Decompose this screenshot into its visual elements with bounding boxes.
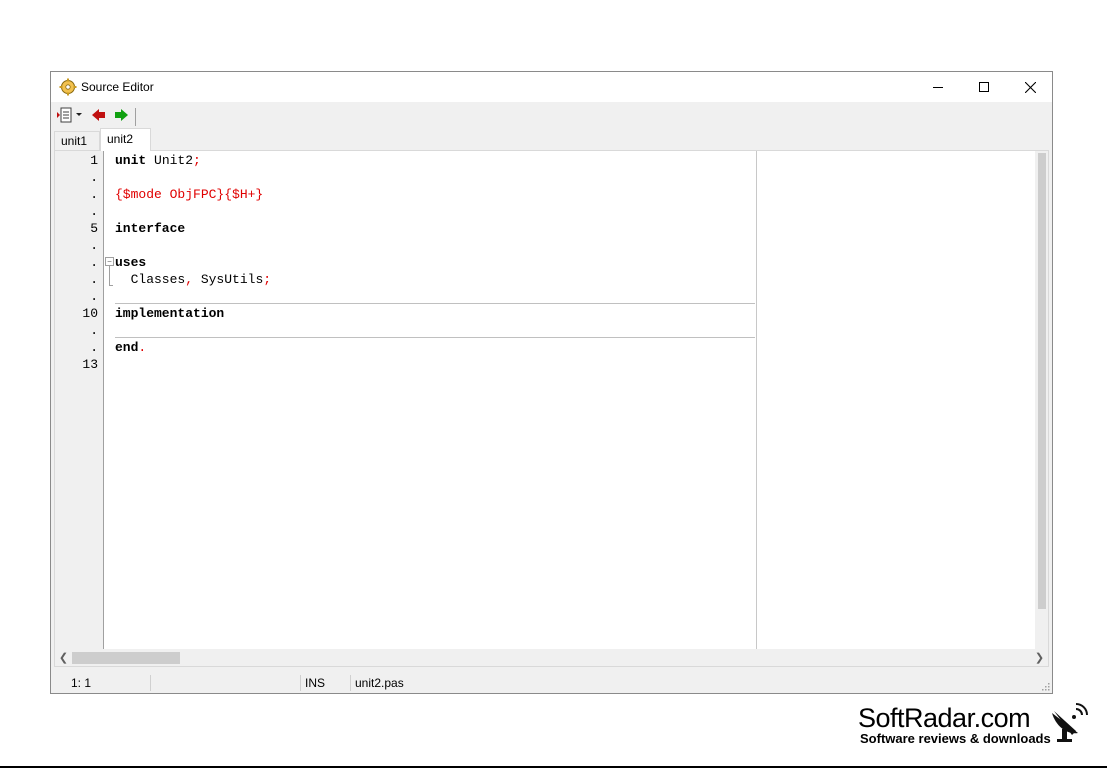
code-token: interface: [115, 221, 186, 236]
scroll-left-icon[interactable]: ❮: [55, 649, 72, 666]
line-number: 10: [82, 306, 98, 321]
insert-mode: INS: [305, 676, 326, 690]
maximize-icon: [979, 82, 989, 92]
scroll-right-icon[interactable]: ❯: [1031, 649, 1048, 666]
line-number: 5: [90, 221, 98, 236]
fold-guide: [109, 266, 110, 286]
tab-unit1[interactable]: unit1: [54, 131, 100, 150]
status-divider: [350, 675, 351, 691]
softradar-watermark: SoftRadar.com Software reviews & downloa…: [858, 703, 1098, 753]
code-token: uses: [115, 255, 147, 270]
bottom-rule: [0, 766, 1107, 768]
line-number: .: [90, 170, 98, 185]
app-icon: [59, 78, 77, 96]
code-token: Unit2: [146, 153, 194, 168]
status-divider: [300, 675, 301, 691]
line-number: .: [90, 238, 98, 253]
status-bar: 1: 1 INS unit2.pas: [51, 672, 1052, 693]
vertical-scroll-thumb[interactable]: [1038, 153, 1046, 609]
close-button[interactable]: [1007, 72, 1053, 102]
toolbar: [51, 102, 1052, 128]
horizontal-scroll-thumb[interactable]: [72, 652, 180, 664]
code-token: ;: [193, 153, 201, 168]
line-number: .: [90, 255, 98, 270]
code-editor[interactable]: 1... 5.... 10.. 13 unit Unit2; {$mode ObjFPC…: [54, 150, 1049, 667]
code-token: end: [115, 340, 139, 355]
code-line: Classes, SysUtils;: [115, 271, 271, 288]
toolbar-separator: [135, 108, 136, 126]
code-token: {$mode ObjFPC}{$H+}: [115, 187, 264, 202]
section-divider: [115, 303, 755, 304]
status-divider: [150, 675, 151, 691]
minimize-icon: [933, 87, 943, 88]
code-token: unit: [115, 153, 147, 168]
source-editor-window: Source Editor unit1 unit2 1 . . . 5 . . …: [50, 71, 1053, 694]
code-line: uses: [115, 254, 146, 271]
forward-button[interactable]: [113, 106, 129, 124]
watermark-tagline: Software reviews & downloads: [860, 731, 1051, 746]
code-line: {$mode ObjFPC}{$H+}: [115, 186, 263, 203]
section-divider: [115, 337, 755, 338]
code-token: .: [138, 340, 147, 355]
code-token: SysUtils: [193, 272, 264, 287]
fold-guide-end: [109, 285, 113, 286]
resize-grip-icon[interactable]: [1040, 681, 1050, 691]
code-area[interactable]: unit Unit2; {$mode ObjFPC}{$H+} interface u…: [115, 151, 755, 666]
code-line: unit Unit2;: [115, 152, 201, 169]
right-margin-line: [756, 151, 757, 666]
code-token: ,: [185, 272, 194, 287]
code-line: interface: [115, 220, 185, 237]
document-menu-button[interactable]: [56, 106, 84, 124]
tab-bar: unit1 unit2: [51, 128, 1052, 151]
line-number: .: [90, 289, 98, 304]
code-token: implementation: [115, 306, 225, 321]
code-line: implementation: [115, 305, 224, 322]
line-number: .: [90, 204, 98, 219]
back-arrow-icon: [92, 109, 105, 121]
code-token: Classes: [115, 272, 186, 287]
line-number: .: [90, 340, 98, 355]
code-token: ;: [263, 272, 272, 287]
tab-unit2[interactable]: unit2: [100, 128, 151, 151]
title-bar[interactable]: Source Editor: [51, 72, 1052, 102]
watermark-name: SoftRadar.com: [858, 703, 1031, 733]
horizontal-scrollbar[interactable]: ❮ ❯: [55, 649, 1048, 666]
satellite-dish-icon: [1052, 703, 1088, 742]
window-title: Source Editor: [81, 80, 154, 94]
forward-arrow-icon: [115, 109, 128, 121]
file-name: unit2.pas: [355, 676, 404, 690]
line-number: .: [90, 272, 98, 287]
line-number: 13: [82, 357, 98, 372]
minimize-button[interactable]: [915, 72, 961, 102]
line-number: .: [90, 187, 98, 202]
maximize-button[interactable]: [961, 72, 1007, 102]
fold-toggle-icon[interactable]: −: [105, 257, 114, 266]
vertical-scrollbar[interactable]: [1035, 151, 1048, 649]
code-line: end.: [115, 339, 146, 356]
cursor-position: 1: 1: [71, 676, 92, 690]
back-button[interactable]: [91, 106, 107, 124]
line-number: 1: [90, 153, 98, 168]
close-icon: [1024, 81, 1036, 93]
line-number: .: [90, 323, 98, 338]
document-menu-icon: [57, 107, 82, 123]
line-number-gutter: 1... 5.... 10.. 13: [55, 151, 104, 666]
